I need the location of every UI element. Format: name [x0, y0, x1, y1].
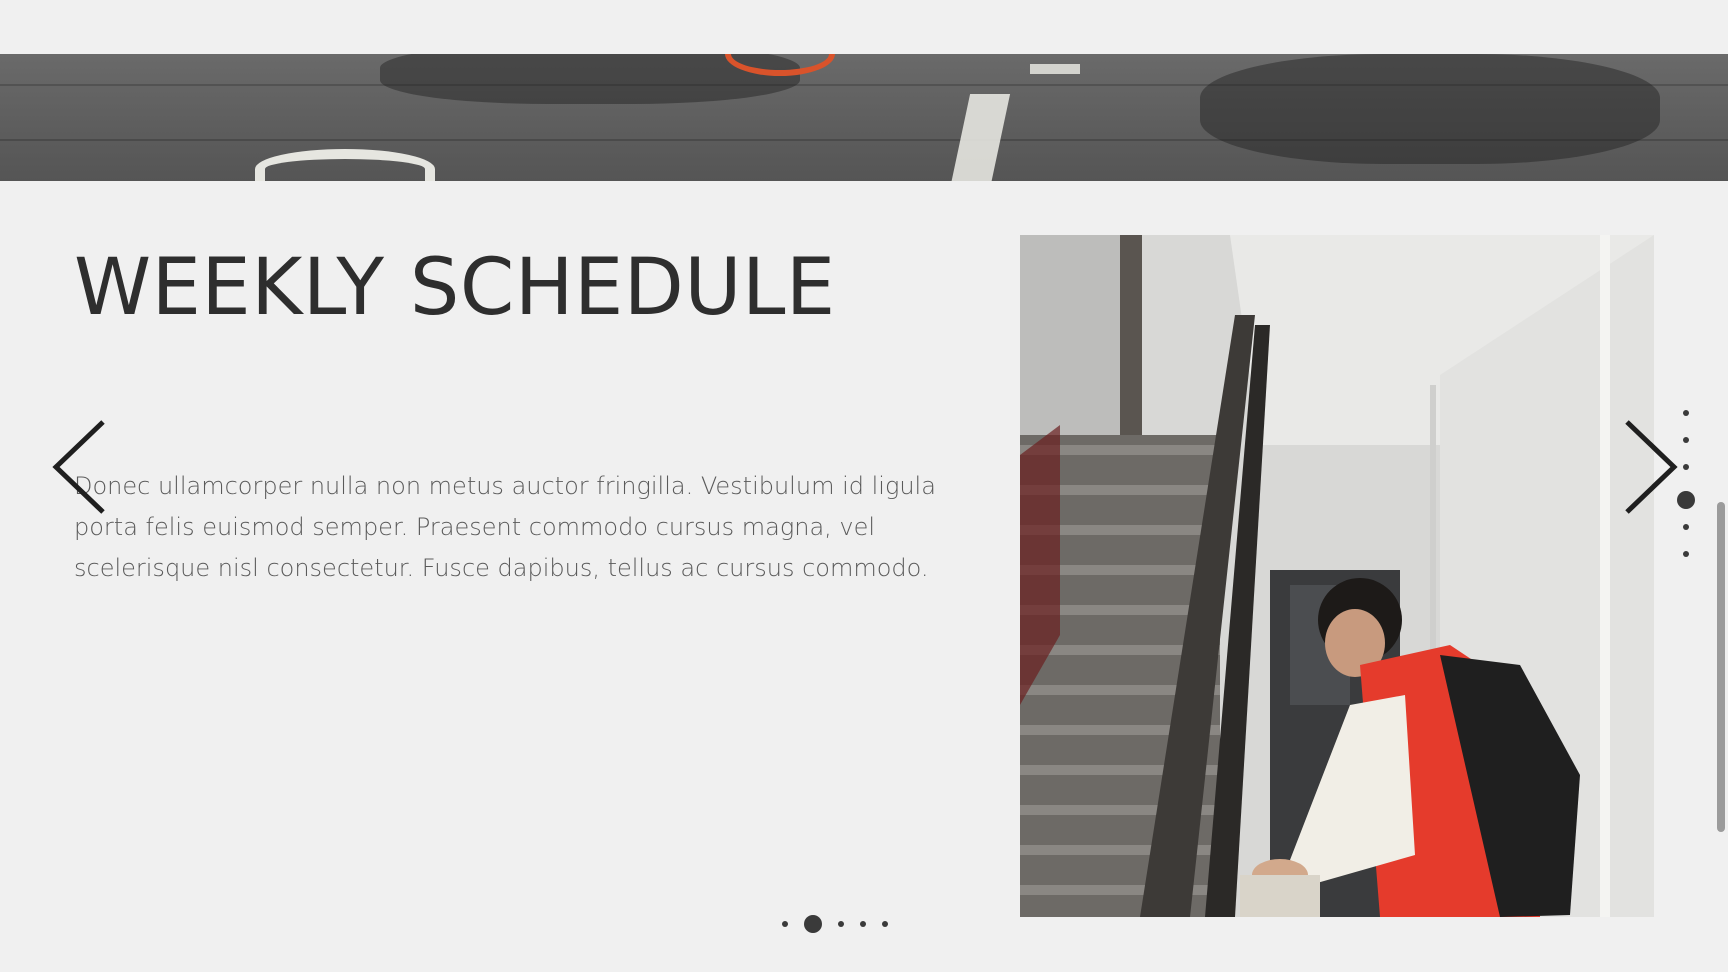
road-marking — [1030, 64, 1080, 74]
section-pagination — [1676, 410, 1696, 578]
section-dot[interactable] — [1683, 464, 1689, 470]
slide-dot[interactable] — [838, 921, 844, 927]
cyclist-shadow — [1200, 54, 1660, 164]
scrollbar-thumb[interactable] — [1717, 502, 1725, 832]
section-title: WEEKLY SCHEDULE — [74, 243, 836, 333]
section-description: Donec ullamcorper nulla non metus auctor… — [74, 472, 936, 582]
section-dot[interactable] — [1683, 524, 1689, 530]
section-dot[interactable] — [1683, 410, 1689, 416]
slide-dot[interactable] — [860, 921, 866, 927]
slide-photo — [1020, 235, 1654, 917]
road-marking — [949, 94, 1011, 181]
chevron-right-icon[interactable] — [1612, 417, 1682, 517]
section-dot-active[interactable] — [1677, 491, 1695, 509]
slide-dot[interactable] — [782, 921, 788, 927]
slide-dot[interactable] — [882, 921, 888, 927]
slide-pagination — [782, 912, 904, 936]
section-dot[interactable] — [1683, 437, 1689, 443]
road-marking — [255, 149, 435, 181]
slide-dot-active[interactable] — [804, 915, 822, 933]
chevron-left-icon[interactable] — [48, 417, 118, 517]
hero-image-strip — [0, 54, 1728, 181]
section-dot[interactable] — [1683, 551, 1689, 557]
